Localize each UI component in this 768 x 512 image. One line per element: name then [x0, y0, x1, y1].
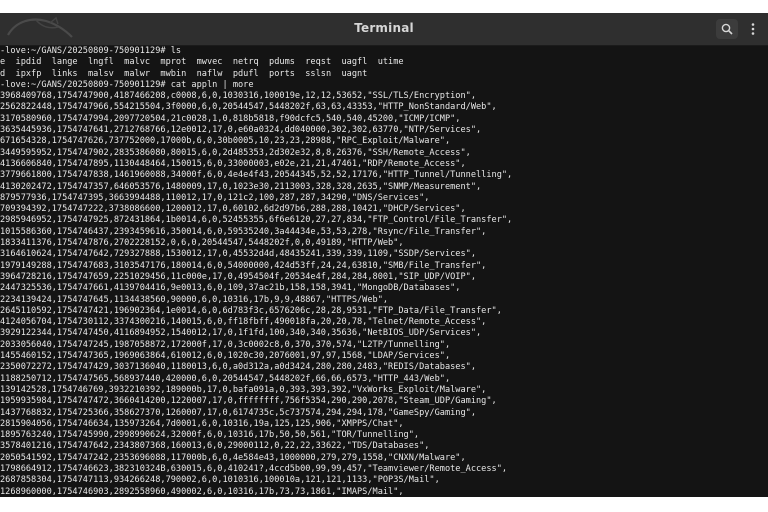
terminal-line: 2234139424,1754747645,1134438560,90000,6… — [0, 294, 389, 305]
title-bar[interactable]: Terminal — [0, 13, 768, 46]
menu-button[interactable] — [742, 19, 764, 39]
search-button[interactable] — [716, 19, 738, 39]
terminal-line: 3164610624,1754747642,729327888,1530012,… — [0, 249, 476, 260]
terminal-line: -love:~/GANS/20250809-750901129# ls — [0, 46, 182, 56]
terminal-window: Terminal -love:~/GANS/20250809-750901129… — [0, 13, 768, 497]
terminal-line: 3929122344,1754747450,4116894952,1540012… — [0, 328, 482, 339]
kebab-menu-icon — [751, 20, 755, 39]
terminal-line: 2447325536,1754747661,4139704416,9e0013,… — [0, 283, 461, 294]
terminal-line: 4124056704,1754730112,3374300216,140015,… — [0, 317, 487, 328]
terminal-line: 3578401216,1754747642,2343807368,160013,… — [0, 441, 430, 452]
terminal-line: 2645110592,1754747421,196902364,1e0014,6… — [0, 305, 502, 316]
terminal-line: 709394392,1754747222,3738086600,1200012,… — [0, 204, 466, 215]
terminal-line: 1979149288,1754747683,3103547176,180014,… — [0, 260, 487, 271]
terminal-line: 1455460152,1754747365,1969063864,610012,… — [0, 351, 451, 362]
terminal-line: 1437768832,1754725366,358627370,1260007,… — [0, 407, 476, 418]
terminal-line: 671654328,1754747626,737752000,17000b,6,… — [0, 136, 451, 147]
terminal-line: 139142528,1754746769,3932210392,189000b,… — [0, 384, 487, 395]
terminal-line: 2687858304,1754747113,934266248,790002,6… — [0, 475, 440, 486]
terminal-line: 1188250712,1754747565,568937440,420000,6… — [0, 373, 451, 384]
search-icon — [721, 20, 733, 39]
terminal-line: 2985946952,1754747925,872431864,1b0014,6… — [0, 215, 513, 226]
terminal-line: 1959935984,1754747472,3660414200,1220007… — [0, 396, 497, 407]
terminal-line: 2815904056,1754746634,135973264,7d0001,6… — [0, 418, 404, 429]
terminal-line: 2033056040,1754747245,1987058872,172000f… — [0, 339, 451, 350]
terminal-line: d ipxfp links malsv malwr mwbin naflw pd… — [0, 68, 368, 79]
terminal-line: 3968409768,1754747900,4187466208,c0008,6… — [0, 91, 476, 102]
terminal-line: 1268960000,1754746903,2892558960,490002,… — [0, 486, 404, 497]
terminal-line: 3170580960,1754747994,2097720504,21c0028… — [0, 113, 461, 124]
terminal-line: 1015586360,1754746437,2393459616,350014,… — [0, 226, 487, 237]
terminal-output[interactable]: -love:~/GANS/20250809-750901129# ls e ipd… — [0, 46, 768, 497]
terminal-line: 879577936,1754747395,3663994488,110012,1… — [0, 192, 430, 203]
terminal-line: 2050541592,1754747242,2353696088,117000b… — [0, 452, 466, 463]
terminal-line: 1895763240,1754745990,2998990624,32000f,… — [0, 430, 420, 441]
terminal-line: -love:~/GANS/20250809-750901129# cat app… — [0, 79, 254, 90]
terminal-line: 4136606840,1754747895,1130448464,150015,… — [0, 158, 466, 169]
terminal-line: 1833411376,1754747876,2702228152,0,6,0,2… — [0, 238, 404, 249]
terminal-line: 2350072272,1754747429,3037136040,1180013… — [0, 362, 476, 373]
terminal-line: 3779661800,1754747838,1461960088,34000f,… — [0, 170, 513, 181]
terminal-line: 3449595952,1754747902,2835386080,80015,6… — [0, 147, 471, 158]
terminal-line: e ipdid lange lngfl malvc mprot mwvec ne… — [0, 57, 404, 68]
window-title: Terminal — [354, 21, 414, 35]
terminal-line: 3964728216,1754747659,2251029456,11c000e… — [0, 271, 476, 282]
terminal-line: 3635445936,1754747641,2712768766,12e0012… — [0, 125, 482, 136]
terminal-line: 4130202472,1754747357,646053576,1480009,… — [0, 181, 482, 192]
terminal-line: 2562822448,1754747966,554215504,3f0000,6… — [0, 102, 497, 113]
terminal-line: 1798664912,1754746623,382310324B,630015,… — [0, 463, 508, 474]
